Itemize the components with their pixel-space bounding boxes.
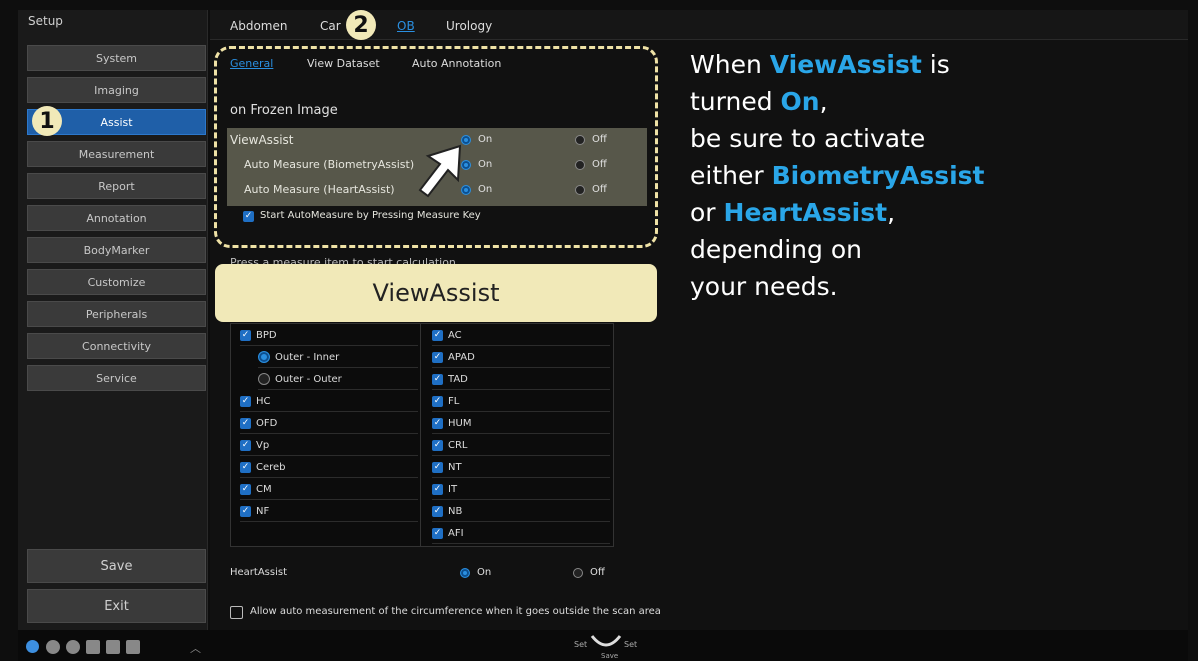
sidebar-item-customize[interactable]: Customize [27,269,206,295]
list-item-nb[interactable]: ✓ NB [432,501,610,522]
list-item-nt[interactable]: ✓ NT [432,457,610,478]
viewassist-callout: ViewAssist [215,264,657,322]
user-icon[interactable] [26,640,39,653]
list-item-hc[interactable]: ✓ HC [240,391,418,412]
trackball-save-label: Save [601,652,619,660]
check-icon: ✓ [432,395,443,407]
storage-icon[interactable] [86,640,100,654]
note-line-7: your needs. [690,272,838,301]
note-line-6: depending on [690,235,862,264]
check-icon: ✓ [240,461,251,473]
check-icon: ✓ [240,439,251,451]
sidebar-item-report[interactable]: Report [27,173,206,199]
list-item-nf[interactable]: ✓ NF [240,501,418,522]
list-item-outer-outer[interactable]: Outer - Outer [258,369,418,390]
set-right-label: Set [624,640,638,649]
list-item-outer-inner[interactable]: Outer - Inner [258,347,418,368]
set-left-label: Set [574,640,588,649]
step-badge-2: 2 [346,10,376,40]
chevron-up-icon[interactable]: ︿ [190,640,201,656]
check-icon: ✓ [240,417,251,429]
step-badge-1: 1 [32,106,62,136]
heartassist-on-radio[interactable] [460,568,470,578]
radio-off-icon [258,373,270,385]
note-line-3: be sure to activate [690,124,926,153]
list-item-tad[interactable]: ✓ TAD [432,369,610,390]
list-item-ofd[interactable]: ✓ OFD [240,413,418,434]
list-item-crl[interactable]: ✓ CRL [432,435,610,456]
clock-icon[interactable] [66,640,80,654]
sidebar-item-annotation[interactable]: Annotation [27,205,206,231]
check-icon: ✓ [240,483,251,495]
check-icon: ✓ [240,505,251,517]
sidebar-item-measurement[interactable]: Measurement [27,141,206,167]
check-icon: ✓ [432,505,443,517]
list-item-it[interactable]: ✓ IT [432,479,610,500]
list-item-vp[interactable]: ✓ Vp [240,435,418,456]
sidebar-item-peripherals[interactable]: Peripherals [27,301,206,327]
network-icon[interactable] [46,640,60,654]
disk-icon[interactable] [106,640,120,654]
list-item-hum[interactable]: ✓ HUM [432,413,610,434]
check-icon: ✓ [432,417,443,429]
check-icon: ✓ [432,483,443,495]
note-line-2: turned On, [690,87,828,116]
list-item-fl[interactable]: ✓ FL [432,391,610,412]
check-icon: ✓ [432,461,443,473]
save-button[interactable]: Save [27,549,206,583]
list-item-bpd[interactable]: ✓ BPD [240,325,418,346]
list-item-cm[interactable]: ✓ CM [240,479,418,500]
setup-title: Setup [28,14,63,28]
check-icon: ✓ [432,373,443,385]
check-icon: ✓ [432,527,443,539]
tab-abdomen[interactable]: Abdomen [230,19,287,33]
check-icon: ✓ [240,329,251,341]
device-icon[interactable] [126,640,140,654]
list-item-cereb[interactable]: ✓ Cereb [240,457,418,478]
check-icon: ✓ [432,351,443,363]
check-icon: ✓ [432,439,443,451]
heartassist-on-label: On [477,567,492,578]
heartassist-label: HeartAssist [230,567,288,578]
sidebar-item-imaging[interactable]: Imaging [27,77,206,103]
exit-button[interactable]: Exit [27,589,206,623]
instruction-note: When ViewAssist is turned On, be sure to… [690,46,984,305]
sidebar-item-system[interactable]: System [27,45,206,71]
tab-urology[interactable]: Urology [446,19,492,33]
list-item-afi[interactable]: ✓ AFI [432,523,610,544]
tab-cardiac[interactable]: Car [320,19,341,33]
sidebar-item-bodymarker[interactable]: BodyMarker [27,237,206,263]
check-icon: ✓ [240,395,251,407]
tab-ob[interactable]: OB [397,19,415,33]
heartassist-off-radio[interactable] [573,568,583,578]
note-line-5: or HeartAssist, [690,198,896,227]
note-line-4: either BiometryAssist [690,161,985,190]
sidebar-item-connectivity[interactable]: Connectivity [27,333,206,359]
allow-circumference-checkbox[interactable] [230,606,243,619]
check-icon: ✓ [432,329,443,341]
radio-on-icon [258,351,270,363]
highlight-dashed-box [214,46,658,248]
note-line-1: When ViewAssist is [690,50,950,79]
list-item-apad[interactable]: ✓ APAD [432,347,610,368]
heartassist-off-label: Off [590,567,605,578]
list-item-ac[interactable]: ✓ AC [432,325,610,346]
table-divider [420,323,421,547]
trackball-icon [590,635,622,647]
allow-circumference-label: Allow auto measurement of the circumfere… [250,606,661,617]
sidebar-item-service[interactable]: Service [27,365,206,391]
